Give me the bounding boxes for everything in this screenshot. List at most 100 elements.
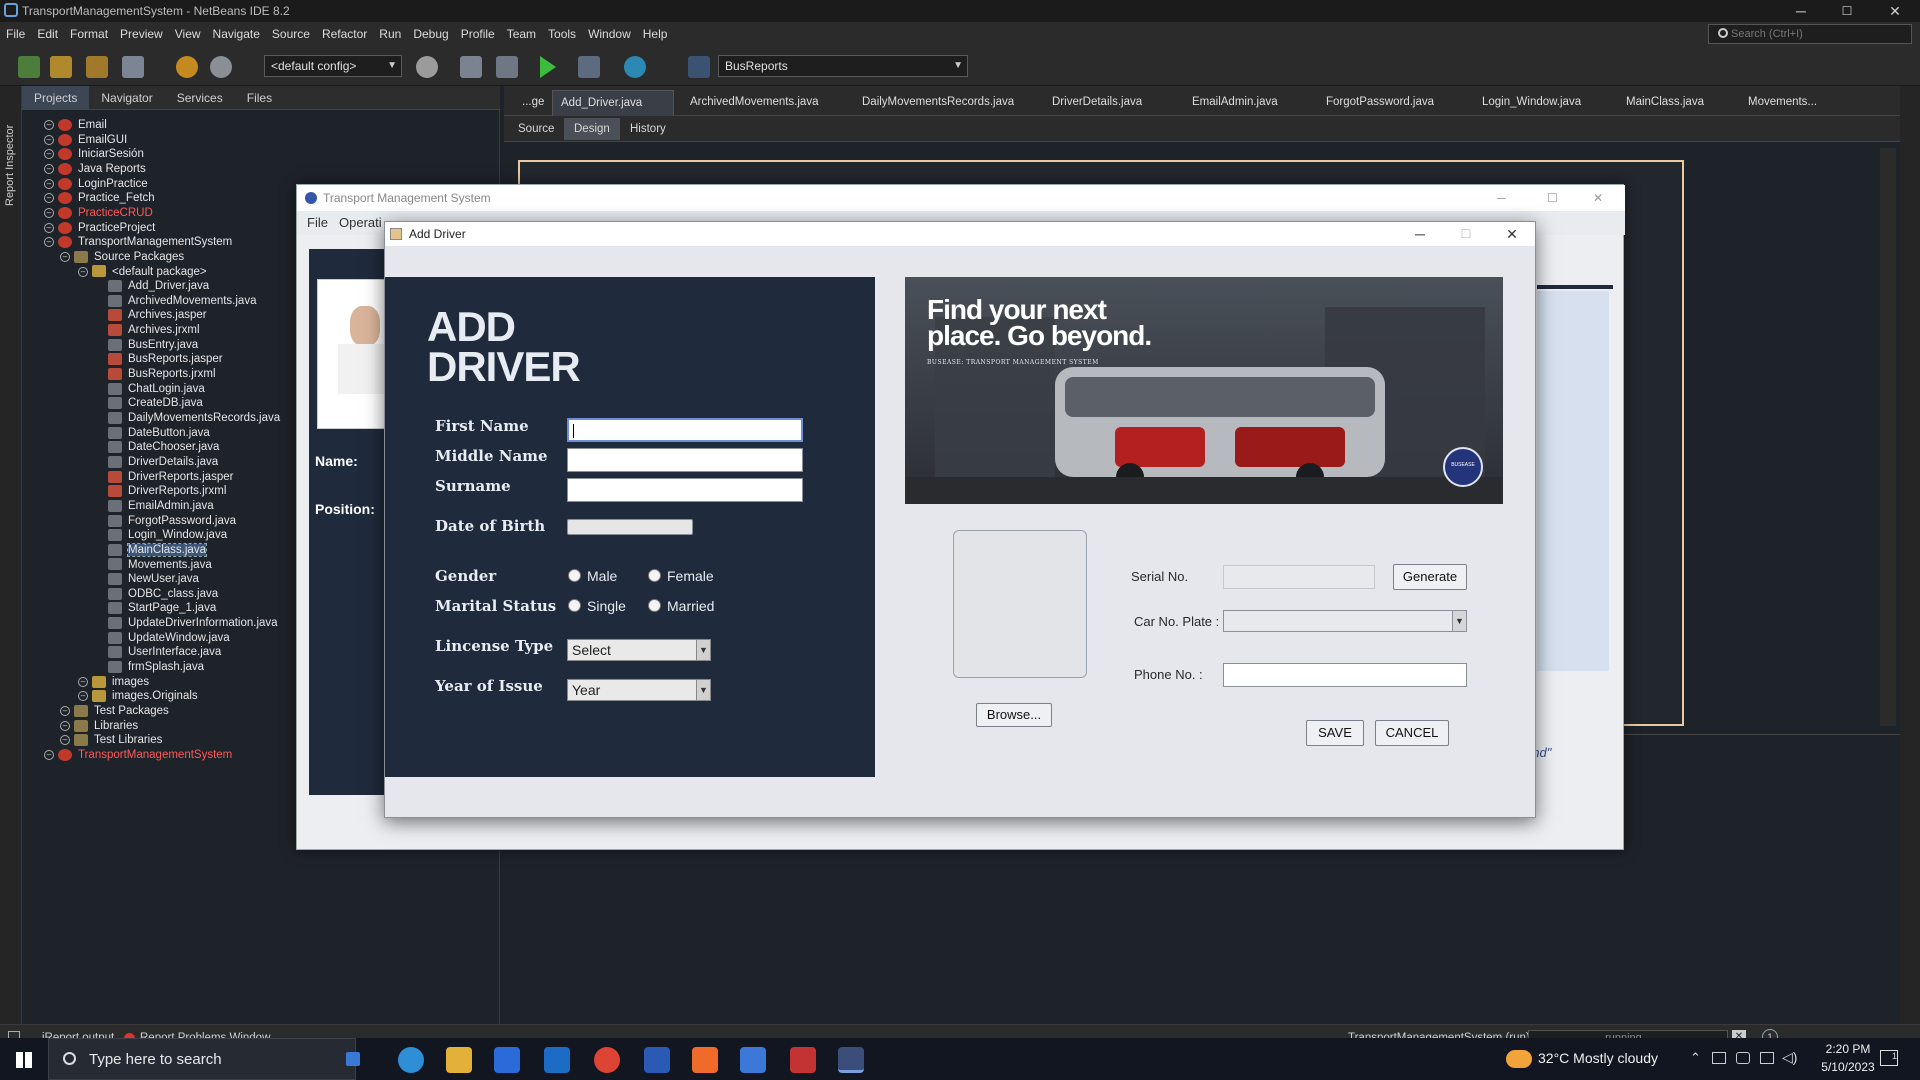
new-project-icon[interactable] — [50, 56, 72, 78]
editor-tab-movements[interactable]: Movements... — [1740, 90, 1825, 116]
task-view-icon[interactable] — [346, 1052, 360, 1066]
new-file-icon[interactable] — [18, 56, 40, 78]
open-project-icon[interactable] — [86, 56, 108, 78]
tab-services[interactable]: Services — [165, 86, 235, 109]
tab-projects[interactable]: Projects — [22, 86, 90, 109]
menu-help[interactable]: Help — [637, 27, 674, 41]
menu-source[interactable]: Source — [266, 27, 316, 41]
browse-button[interactable]: Browse... — [976, 703, 1052, 727]
file-explorer-icon[interactable] — [446, 1047, 472, 1073]
profile-icon[interactable] — [624, 56, 646, 78]
editor-tab-daily-movements[interactable]: DailyMovementsRecords.java — [854, 90, 1022, 116]
virtualbox-icon[interactable] — [740, 1047, 766, 1073]
save-all-icon[interactable] — [122, 56, 144, 78]
expand-toggle-icon[interactable]: – — [44, 163, 54, 174]
tray-device-icon[interactable] — [1712, 1052, 1726, 1064]
expand-toggle-icon[interactable]: – — [60, 706, 70, 716]
menu-profile[interactable]: Profile — [455, 27, 501, 41]
report-select[interactable]: BusReports ▼ — [718, 55, 968, 77]
first-name-input[interactable] — [567, 418, 803, 442]
gender-female-radio[interactable] — [648, 569, 661, 582]
tms-menu-file[interactable]: File — [307, 211, 328, 235]
menu-run[interactable]: Run — [373, 27, 407, 41]
car-plate-select[interactable]: ▼ — [1223, 610, 1467, 632]
report-icon[interactable] — [688, 56, 710, 78]
tms-minimize-button[interactable]: ─ — [1497, 185, 1506, 211]
menu-tools[interactable]: Tools — [542, 27, 582, 41]
menu-preview[interactable]: Preview — [114, 27, 169, 41]
cancel-button[interactable]: CANCEL — [1375, 720, 1449, 746]
gender-male-radio[interactable] — [568, 569, 581, 582]
year-of-issue-select[interactable]: Year ▼ — [567, 679, 711, 701]
build-target-icon[interactable] — [416, 56, 438, 78]
marital-single-radio[interactable] — [568, 599, 581, 612]
expand-toggle-icon[interactable]: – — [44, 207, 54, 218]
expand-toggle-icon[interactable]: – — [44, 237, 54, 248]
clean-build-icon[interactable] — [496, 56, 518, 78]
edge-icon[interactable] — [398, 1047, 424, 1073]
minimize-button[interactable]: ─ — [1778, 0, 1824, 22]
tab-files[interactable]: Files — [235, 86, 284, 109]
run-icon[interactable] — [540, 56, 556, 78]
close-button[interactable]: ✕ — [1872, 0, 1918, 22]
expand-toggle-icon[interactable]: – — [44, 178, 54, 189]
expand-toggle-icon[interactable]: – — [44, 149, 54, 160]
search-input[interactable]: Search (Ctrl+I) — [1708, 24, 1912, 44]
tray-camera-icon[interactable] — [1736, 1052, 1750, 1064]
phone-no-input[interactable] — [1223, 663, 1467, 687]
editor-tab-mainclass[interactable]: MainClass.java — [1618, 90, 1712, 116]
action-center-icon[interactable]: 1 — [1880, 1050, 1898, 1066]
menu-debug[interactable]: Debug — [407, 27, 454, 41]
expand-toggle-icon[interactable]: – — [44, 193, 54, 204]
editor-tab-archived-movements[interactable]: ArchivedMovements.java — [682, 90, 826, 116]
license-type-select[interactable]: Select ▼ — [567, 639, 711, 661]
save-button[interactable]: SAVE — [1306, 720, 1364, 746]
editor-tab-forgot-password[interactable]: ForgotPassword.java — [1318, 90, 1442, 116]
menu-navigate[interactable]: Navigate — [207, 27, 266, 41]
editor-tab-email-admin[interactable]: EmailAdmin.java — [1184, 90, 1286, 116]
expand-toggle-icon[interactable]: – — [44, 222, 54, 233]
tree-item[interactable]: TransportManagementSystem — [58, 746, 232, 764]
tab-source[interactable]: Source — [508, 118, 564, 140]
windows-start-icon[interactable] — [16, 1052, 32, 1068]
menu-edit[interactable]: Edit — [31, 27, 64, 41]
surname-input[interactable] — [567, 478, 803, 502]
menu-team[interactable]: Team — [501, 27, 542, 41]
editor-tab-add-driver[interactable]: Add_Driver.java — [552, 90, 674, 116]
mail-icon[interactable] — [544, 1047, 570, 1073]
menu-view[interactable]: View — [169, 27, 207, 41]
expand-toggle-icon[interactable]: – — [78, 266, 88, 277]
editor-scrollbar[interactable] — [1880, 148, 1896, 726]
tray-chevron-icon[interactable]: ⌃ — [1690, 1050, 1701, 1066]
expand-toggle-icon[interactable]: – — [44, 134, 54, 145]
word-icon[interactable] — [644, 1047, 670, 1073]
dialog-close-button[interactable]: ✕ — [1489, 222, 1535, 246]
undo-icon[interactable] — [176, 56, 198, 78]
menu-file[interactable]: File — [0, 27, 31, 41]
marital-married-radio[interactable] — [648, 599, 661, 612]
store-icon[interactable] — [494, 1047, 520, 1073]
menu-window[interactable]: Window — [582, 27, 637, 41]
expand-toggle-icon[interactable]: – — [78, 676, 88, 687]
taskbar-search-box[interactable]: Type here to search — [48, 1038, 356, 1080]
report-inspector-tab[interactable]: Report Inspector — [4, 125, 16, 206]
expand-toggle-icon[interactable]: – — [44, 120, 54, 130]
clock-time[interactable]: 2:20 PM — [1818, 1042, 1878, 1056]
chrome-icon[interactable] — [594, 1047, 620, 1073]
tab-history[interactable]: History — [620, 118, 676, 140]
tms-close-button[interactable]: ✕ — [1593, 185, 1603, 211]
editor-tab-ge[interactable]: ...ge — [514, 90, 552, 116]
maximize-button[interactable]: ☐ — [1824, 0, 1870, 22]
netbeans-task-icon[interactable] — [838, 1047, 864, 1073]
menu-format[interactable]: Format — [64, 27, 114, 41]
winrar-icon[interactable] — [790, 1047, 816, 1073]
network-icon[interactable] — [1760, 1052, 1774, 1064]
tms-maximize-button[interactable]: ☐ — [1547, 185, 1558, 211]
editor-tab-login-window[interactable]: Login_Window.java — [1474, 90, 1589, 116]
menu-refactor[interactable]: Refactor — [316, 27, 373, 41]
redo-icon[interactable] — [210, 56, 232, 78]
tab-design[interactable]: Design — [564, 118, 620, 140]
clock-date[interactable]: 5/10/2023 — [1816, 1060, 1880, 1074]
config-select[interactable]: <default config> ▼ — [264, 55, 402, 77]
editor-tab-driver-details[interactable]: DriverDetails.java — [1044, 90, 1150, 116]
